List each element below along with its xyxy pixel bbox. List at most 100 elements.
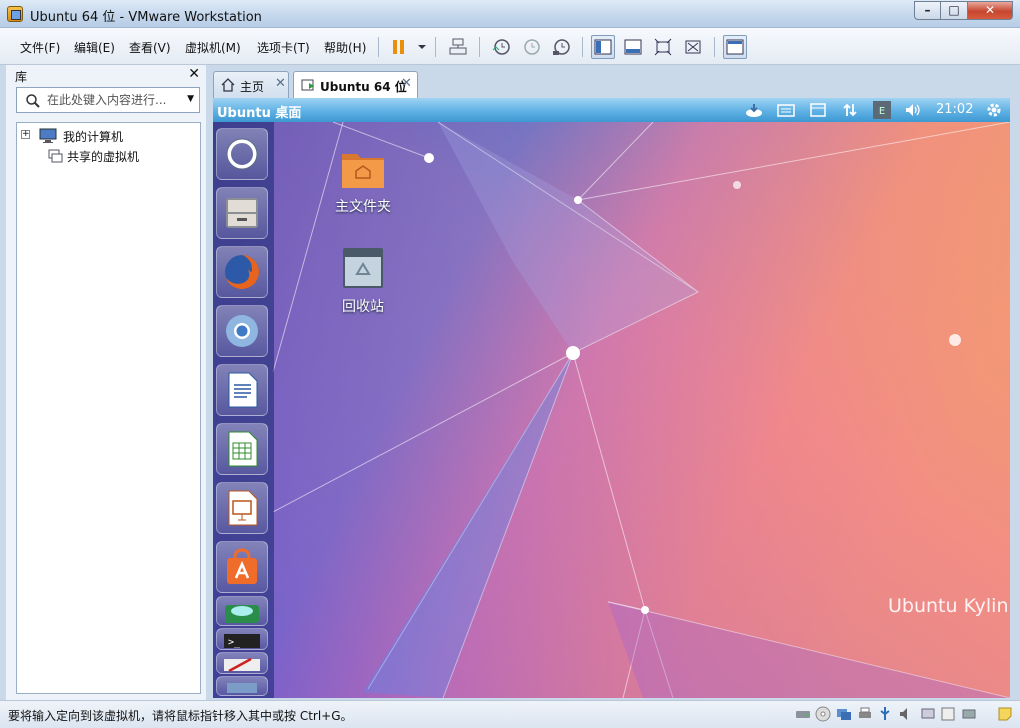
calendar-indicator-icon[interactable] bbox=[808, 101, 828, 119]
launcher-dash-button[interactable] bbox=[216, 128, 268, 180]
maximize-button[interactable]: □ bbox=[941, 1, 968, 20]
download-indicator-icon[interactable] bbox=[744, 101, 764, 119]
network-indicator-icon[interactable] bbox=[840, 101, 860, 119]
toolbar-separator bbox=[378, 37, 379, 57]
chromium-icon bbox=[226, 315, 258, 347]
library-search[interactable]: ▼ bbox=[16, 87, 200, 113]
thumbnail-view-icon bbox=[624, 39, 642, 55]
library-tree: + 我的计算机 共享的虚拟机 bbox=[16, 122, 201, 694]
show-library-button[interactable] bbox=[591, 35, 615, 59]
menu-tabs[interactable]: 选项卡(T) bbox=[257, 39, 310, 56]
library-close-icon[interactable]: ✕ bbox=[188, 66, 200, 82]
search-icon bbox=[26, 94, 40, 108]
file-cabinet-icon bbox=[226, 198, 258, 228]
snapshot-icon bbox=[492, 39, 510, 55]
update-manager-icon bbox=[225, 605, 259, 623]
snapshot-revert-button[interactable] bbox=[519, 35, 543, 59]
home-folder-icon bbox=[342, 154, 384, 188]
launcher-terminal-button[interactable]: >_ bbox=[216, 628, 268, 650]
expand-icon[interactable]: + bbox=[21, 130, 30, 139]
menu-help[interactable]: 帮助(H) bbox=[324, 39, 366, 56]
desktop-icon-label: 回收站 bbox=[342, 299, 384, 315]
trash-icon bbox=[343, 248, 383, 288]
console-view-icon bbox=[726, 39, 744, 55]
vm-icon bbox=[301, 79, 314, 91]
notes-icon[interactable] bbox=[997, 706, 1013, 722]
launcher-files-button[interactable] bbox=[216, 187, 268, 239]
snapshot-revert-icon bbox=[524, 39, 540, 55]
power-dropdown-button[interactable] bbox=[410, 35, 426, 59]
usb-device-icon[interactable] bbox=[877, 706, 893, 722]
tab-close-icon[interactable]: ✕ bbox=[275, 76, 286, 91]
thumbnail-bar-button[interactable] bbox=[621, 35, 645, 59]
tree-item-shared-vms[interactable]: 共享的虚拟机 bbox=[21, 147, 191, 165]
library-title: 库 bbox=[15, 70, 28, 84]
snapshot-manager-button[interactable] bbox=[549, 35, 573, 59]
svg-text:>_: >_ bbox=[228, 637, 241, 648]
device-status-icon[interactable] bbox=[961, 706, 977, 722]
launcher-chromium-button[interactable] bbox=[216, 305, 268, 357]
desktop-icon-trash[interactable]: 回收站 bbox=[318, 244, 408, 315]
desktop-icon-home-folder[interactable]: 主文件夹 bbox=[318, 144, 408, 215]
toolbar-separator bbox=[582, 37, 583, 57]
launcher-software-center-button[interactable] bbox=[216, 541, 268, 593]
snapshot-take-button[interactable] bbox=[489, 35, 513, 59]
launcher-text-editor-button[interactable] bbox=[216, 652, 268, 674]
full-screen-button[interactable] bbox=[651, 35, 675, 59]
panel-clock[interactable]: 21:02 bbox=[936, 102, 973, 117]
library-search-input[interactable] bbox=[47, 91, 177, 109]
volume-indicator-icon[interactable] bbox=[903, 101, 923, 119]
menu-edit[interactable]: 编辑(E) bbox=[74, 39, 115, 56]
send-ctrl-alt-del-button[interactable] bbox=[446, 35, 470, 59]
menu-view[interactable]: 查看(V) bbox=[129, 39, 171, 56]
tree-item-label: 共享的虚拟机 bbox=[67, 150, 140, 164]
message-log-icon[interactable] bbox=[940, 706, 956, 722]
ubuntu-kylin-watermark: Ubuntu Kylin bbox=[888, 595, 1009, 617]
home-icon bbox=[221, 78, 235, 92]
minimize-button[interactable]: – bbox=[914, 1, 941, 20]
close-button[interactable]: ✕ bbox=[968, 1, 1013, 20]
vm-screen[interactable]: Ubuntu 桌面 E 21:02 >_ 主文件夹 回收站 Ubuntu Kyl… bbox=[213, 98, 1010, 698]
input-method-indicator-icon[interactable]: E bbox=[872, 101, 892, 119]
status-message: 要将输入定向到该虚拟机，请将鼠标指针移入其中或按 Ctrl+G。 bbox=[8, 709, 353, 723]
display-icon[interactable] bbox=[920, 706, 936, 722]
hard-disk-icon[interactable] bbox=[795, 706, 811, 722]
status-bar: 要将输入定向到该虚拟机，请将鼠标指针移入其中或按 Ctrl+G。 bbox=[0, 700, 1020, 728]
close-icon: ✕ bbox=[984, 3, 996, 17]
text-editor-icon bbox=[224, 657, 260, 673]
console-view-button[interactable] bbox=[723, 35, 747, 59]
launcher-writer-button[interactable] bbox=[216, 364, 268, 416]
menu-file[interactable]: 文件(F) bbox=[20, 39, 60, 56]
launcher-updater-button[interactable] bbox=[216, 596, 268, 626]
terminal-icon: >_ bbox=[224, 634, 260, 648]
desktop-icon-label: 主文件夹 bbox=[335, 199, 391, 215]
vmware-app-icon bbox=[7, 6, 23, 22]
tree-item-label: 我的计算机 bbox=[63, 130, 124, 144]
cd-dvd-icon[interactable] bbox=[815, 706, 831, 722]
printer-icon[interactable] bbox=[857, 706, 873, 722]
network-adapter-icon[interactable] bbox=[836, 706, 852, 722]
menu-toolbar: 文件(F) 编辑(E) 查看(V) 虚拟机(M) 选项卡(T) 帮助(H) bbox=[0, 28, 1020, 65]
launcher-calc-button[interactable] bbox=[216, 423, 268, 475]
launcher-impress-button[interactable] bbox=[216, 482, 268, 534]
launcher-firefox-button[interactable] bbox=[216, 246, 268, 298]
settings-gear-icon[interactable] bbox=[984, 101, 1004, 119]
menu-vm[interactable]: 虚拟机(M) bbox=[185, 39, 241, 56]
tab-label: Ubuntu 64 位 bbox=[320, 80, 407, 94]
tab-close-icon[interactable]: ✕ bbox=[401, 76, 412, 91]
keyboard-indicator-icon[interactable] bbox=[776, 101, 796, 119]
tree-item-my-computer[interactable]: + 我的计算机 bbox=[21, 127, 191, 145]
pause-button[interactable] bbox=[387, 35, 411, 59]
minimize-icon: – bbox=[924, 3, 931, 17]
tab-home[interactable]: 主页 ✕ bbox=[213, 71, 289, 98]
launcher-workspace-button[interactable] bbox=[216, 676, 268, 696]
panel-title: Ubuntu 桌面 bbox=[217, 106, 302, 121]
tab-ubuntu-vm[interactable]: Ubuntu 64 位 ✕ bbox=[293, 71, 418, 99]
unity-mode-button[interactable] bbox=[681, 35, 705, 59]
toolbar-separator bbox=[479, 37, 480, 57]
sound-card-icon[interactable] bbox=[898, 706, 914, 722]
search-dropdown-icon[interactable]: ▼ bbox=[187, 94, 194, 104]
calc-spreadsheet-icon bbox=[228, 431, 258, 467]
toolbar-separator bbox=[714, 37, 715, 57]
library-panel: 库 ✕ ▼ + 我的计算机 共享的虚拟机 bbox=[6, 65, 206, 700]
